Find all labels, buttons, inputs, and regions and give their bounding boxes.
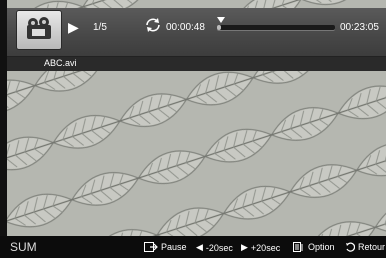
return-hint[interactable]: Retour (345, 242, 385, 252)
forward-hint[interactable]: ▶ +20sec (241, 242, 280, 253)
option-hint[interactable]: Option (293, 242, 335, 252)
rewind-hint[interactable]: ◀ -20sec (196, 242, 233, 253)
total-time: 00:23:05 (340, 22, 379, 33)
progress-bar[interactable] (216, 17, 335, 30)
help-bar: SUM Pause ◀ -20sec ▶ +20sec Option Retou… (0, 236, 386, 258)
playback-info-bar: ▶ 1/5 00:00:48 00:23:05 (7, 8, 386, 56)
film-thumbnail-icon[interactable] (17, 11, 61, 49)
filename-bar: ABC.avi (7, 56, 386, 71)
forward-label: +20sec (250, 242, 281, 253)
file-index: 1/5 (93, 22, 107, 33)
file-name: ABC.avi (44, 58, 77, 68)
elapsed-time: 00:00:48 (166, 22, 205, 33)
option-label: Option (308, 242, 335, 252)
pause-key-icon (144, 242, 158, 252)
progress-fill (217, 25, 221, 30)
rewind-label: -20sec (205, 242, 233, 253)
pause-hint[interactable]: Pause (144, 242, 187, 252)
option-icon (293, 242, 303, 252)
forward-icon: ▶ (241, 242, 248, 252)
play-icon[interactable]: ▶ (68, 20, 79, 34)
return-label: Retour (358, 242, 386, 252)
rewind-icon: ◀ (196, 242, 203, 252)
sum-label: SUM (10, 240, 37, 254)
pause-label: Pause (161, 242, 187, 252)
repeat-icon[interactable] (144, 16, 162, 34)
return-icon (346, 242, 355, 252)
video-player-screen: ▶ 1/5 00:00:48 00:23:05 ABC.avi SUM Paus… (0, 0, 386, 258)
progress-marker[interactable] (216, 17, 225, 23)
